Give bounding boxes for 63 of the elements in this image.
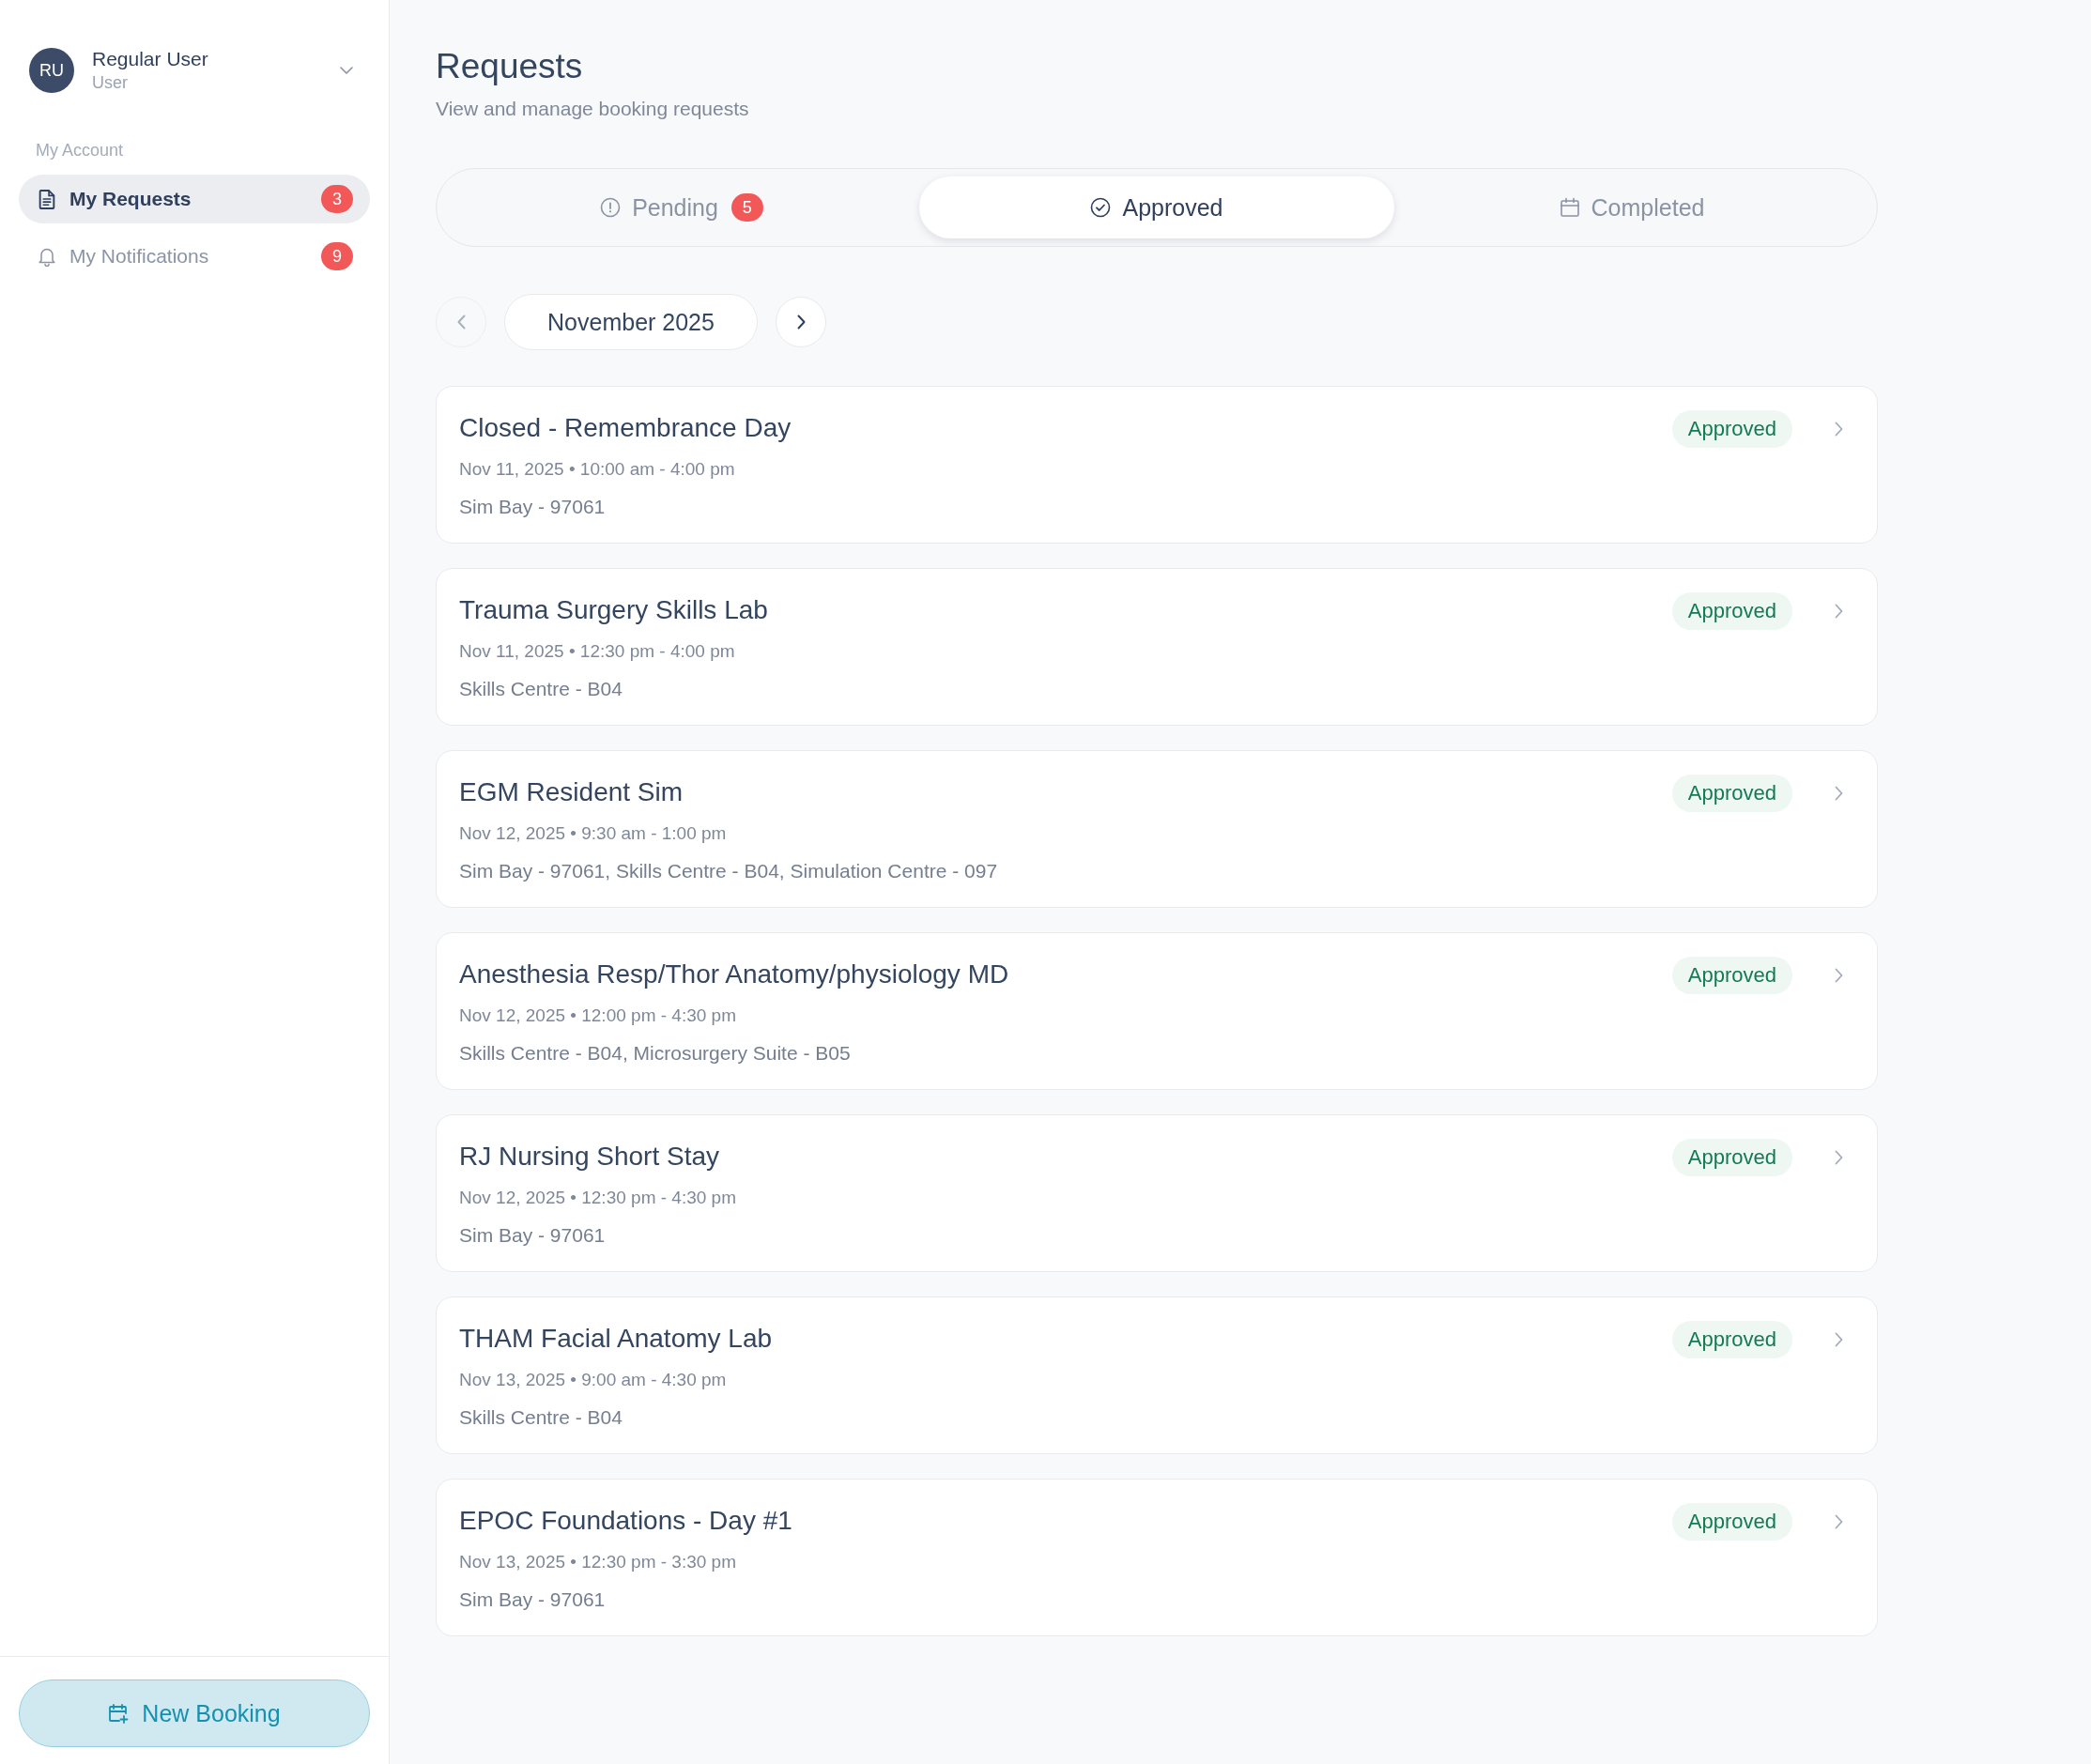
status-badge: Approved [1671,592,1792,630]
request-title: Closed - Remembrance Day [459,412,792,444]
page-title: Requests [436,46,584,87]
chevron-right-icon [1835,1332,1843,1347]
calendar-icon [1559,197,1580,218]
count-badge: 3 [321,185,353,213]
chevron-down-icon[interactable] [340,67,353,74]
request-title: Trauma Surgery Skills Lab [459,594,769,626]
request-location: Sim Bay - 97061, Skills Centre - B04, Simulation Centre - 097 [459,859,999,883]
document-icon [38,189,55,209]
request-location: Sim Bay - 97061 [459,1223,607,1248]
page-subtitle: View and manage booking requests [436,97,750,121]
request-datetime: Nov 12, 2025 • 9:30 am - 1:00 pm [459,822,728,845]
request-location: Skills Centre - B04, Microsurgery Suite - B05 [459,1041,852,1066]
request-datetime: Nov 12, 2025 • 12:00 pm - 4:30 pm [459,1005,737,1027]
request-location: Skills Centre - B04 [459,1405,623,1430]
chevron-right-icon [1835,1514,1843,1529]
request-title: EPOC Foundations - Day #1 [459,1505,793,1537]
request-title: THAM Facial Anatomy Lab [459,1323,774,1355]
chevron-right-icon [796,314,806,330]
request-location: Skills Centre - B04 [459,677,623,701]
status-badge: Approved [1671,1139,1792,1176]
status-badge: Approved [1671,1321,1792,1358]
request-location: Sim Bay - 97061 [459,1588,607,1612]
request-title: EGM Resident Sim [459,776,684,808]
chevron-right-icon [1835,968,1843,983]
check-circle-icon [1090,197,1112,218]
user-name: Regular User [92,47,209,71]
request-datetime: Nov 13, 2025 • 9:00 am - 4:30 pm [459,1369,728,1391]
month-label: November 2025 [504,294,758,350]
request-card[interactable]: EPOC Foundations - Day #1 Nov 13, 2025 • 12:30 pm - 3:30 pm Sim Bay - 97061 Approved [436,1479,1878,1636]
request-datetime: Nov 11, 2025 • 10:00 am - 4:00 pm [459,458,736,481]
request-card[interactable]: THAM Facial Anatomy Lab Nov 13, 2025 • 9:00 am - 4:30 pm Skills Centre - B04 Approved [436,1296,1878,1454]
tab[interactable]: Approved [919,176,1394,238]
count-badge: 5 [730,193,763,222]
request-datetime: Nov 11, 2025 • 12:30 pm - 4:00 pm [459,640,736,663]
section-label: My Account [36,140,125,161]
request-title: Anesthesia Resp/Thor Anatomy/physiology MD [459,959,1010,990]
chevron-right-icon [1835,604,1843,619]
status-badge: Approved [1671,775,1792,812]
request-datetime: Nov 13, 2025 • 12:30 pm - 3:30 pm [459,1551,737,1573]
request-card[interactable]: EGM Resident Sim Nov 12, 2025 • 9:30 am - 1:00 pm Sim Bay - 97061, Skills Centre - B04, Simulation Centre - 097 Approved [436,750,1878,908]
request-location: Sim Bay - 97061 [459,495,607,519]
user-role: User [92,72,129,94]
request-card[interactable]: Anesthesia Resp/Thor Anatomy/physiology MD Nov 12, 2025 • 12:00 pm - 4:30 pm Skills Centre - B04, Microsurgery Suite - B05 Approved [436,932,1878,1090]
request-card[interactable]: Trauma Surgery Skills Lab Nov 11, 2025 • 12:30 pm - 4:00 pm Skills Centre - B04 Approved [436,568,1878,726]
chevron-right-icon [1835,1150,1843,1165]
chevron-right-icon [1835,422,1843,437]
calendar-plus-icon [108,1703,130,1724]
avatar: RU [29,48,74,93]
request-title: RJ Nursing Short Stay [459,1141,720,1173]
request-card[interactable]: RJ Nursing Short Stay Nov 12, 2025 • 12:30 pm - 4:30 pm Sim Bay - 97061 Approved [436,1114,1878,1272]
sidebar-item[interactable]: My Requests 3 [19,175,370,223]
status-badge: Approved [1671,410,1792,448]
alert-circle-icon [600,197,622,218]
request-card[interactable]: Closed - Remembrance Day Nov 11, 2025 • 10:00 am - 4:00 pm Sim Bay - 97061 Approved [436,386,1878,544]
chevron-right-icon [1835,786,1843,801]
bell-icon [38,246,55,267]
request-datetime: Nov 12, 2025 • 12:30 pm - 4:30 pm [459,1187,737,1209]
chevron-left-icon [456,314,466,330]
count-badge: 9 [321,242,353,270]
status-badge: Approved [1671,1503,1792,1541]
status-badge: Approved [1671,957,1792,994]
